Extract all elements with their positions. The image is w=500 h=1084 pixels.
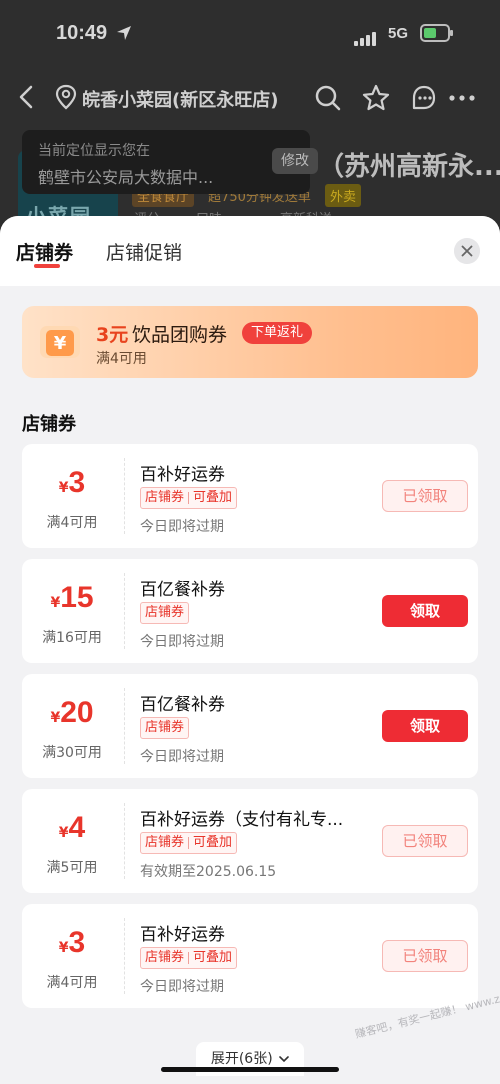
coupon-condition: 满16可用 [42,630,102,646]
claim-button[interactable]: 领取 [382,710,468,742]
status-bar: 10:49 5G [0,0,500,70]
coupon-card: ¥20 满30可用 百亿餐补券 店铺券 今日即将过期 领取 [22,674,478,778]
coupon-expiry: 今日即将过期 [140,749,224,765]
location-tooltip: 当前定位显示您在 鹤壁市公安局大数据中... 修改 [22,130,318,194]
coupon-title: 百补好运券（支付有礼专... [140,810,344,830]
promo-amount: 3元 [96,324,129,346]
chevron-down-icon [279,1056,289,1063]
coupon-tag: 店铺券 [145,950,185,965]
status-time: 10:49 [56,22,108,44]
coupon-tags: 店铺券 [140,602,190,624]
coupon-tags: 店铺券 [140,717,190,739]
coupon-value-area: ¥3 满4可用 [22,904,122,1008]
coupon-tag: 可叠加 [193,950,233,965]
claim-button[interactable]: 领取 [382,595,468,627]
location-arrow-icon [117,26,131,40]
shop-name: （苏州高新永... [318,152,500,182]
coupon-divider [124,458,125,534]
coupon-tags: 店铺券 可叠加 [140,947,238,969]
coupon-divider [124,918,125,994]
coupon-tag: 店铺券 [145,835,185,850]
section-title: 店铺券 [22,414,76,435]
svg-text:¥: ¥ [54,333,67,354]
chat-service-icon[interactable] [410,84,438,112]
network-type: 5G [388,25,409,42]
coupon-divider [124,803,125,879]
group-buy-promo-banner[interactable]: ¥ 3元 饮品团购券 下单返礼 满4可用 [22,306,478,378]
home-indicator[interactable] [161,1067,339,1072]
coupon-value-area: ¥15 满16可用 [22,559,122,663]
signal-icon [354,27,378,46]
coupon-value: ¥3 [58,926,86,959]
coupon-value-area: ¥4 满5可用 [22,789,122,893]
coupon-card: ¥3 满4可用 百补好运券 店铺券 可叠加 今日即将过期 已领取 [22,904,478,1008]
coupon-value: ¥20 [50,696,94,729]
nav-bar: 皖香小菜园(新区永旺店) [0,78,500,118]
coupon-tag: 店铺券 [145,720,185,735]
coupon-condition: 满30可用 [42,745,102,761]
search-icon[interactable] [314,84,342,112]
tab-shop-coupons[interactable]: 店铺券 [16,238,73,265]
coupon-card: ¥4 满5可用 百补好运券（支付有礼专... 店铺券 可叠加 有效期至2025.0… [22,789,478,893]
battery-icon [420,24,453,42]
coupon-title: 百亿餐补券 [140,580,225,600]
coupon-tags: 店铺券 可叠加 [140,487,238,509]
coupon-condition: 满4可用 [46,515,98,531]
tab-shop-promotions[interactable]: 店铺促销 [106,238,182,265]
claimed-button[interactable]: 已领取 [382,480,468,512]
coupon-value: ¥3 [58,466,86,499]
star-icon[interactable] [362,84,390,112]
coupon-tag: 可叠加 [193,835,233,850]
coupon-tag: 店铺券 [145,605,185,620]
store-title[interactable]: 皖香小菜园(新区永旺店) [82,86,278,112]
modify-location-button[interactable]: 修改 [272,148,318,174]
coupon-condition: 满4可用 [46,975,98,991]
active-tab-indicator [34,264,60,268]
sheet-header: 店铺券 店铺促销 [0,216,500,286]
promo-title: 饮品团购券 [132,324,228,346]
coupon-value-area: ¥3 满4可用 [22,444,122,548]
coupon-title: 百亿餐补券 [140,695,225,715]
more-icon[interactable] [448,84,476,112]
tooltip-line2: 鹤壁市公安局大数据中... [38,168,214,187]
coupon-divider [124,688,125,764]
coupon-expiry: 今日即将过期 [140,519,224,535]
coupon-tag: 店铺券 [145,490,185,505]
coupon-sheet: 店铺券 店铺促销 ¥ 3元 饮品团购券 下单返礼 满4可用 店铺券 ¥3 满4可… [0,216,500,1084]
expand-label: 展开(6张) [210,1051,273,1067]
coupon-title: 百补好运券 [140,465,225,485]
location-pin-icon [55,84,77,110]
tooltip-line1: 当前定位显示您在 [38,143,150,159]
coupon-tag: 可叠加 [193,490,233,505]
coupon-card: ¥3 满4可用 百补好运券 店铺券 可叠加 今日即将过期 已领取 [22,444,478,548]
coupon-condition: 满5可用 [46,860,98,876]
coupon-value: ¥15 [50,581,94,614]
coupon-card: ¥15 满16可用 百亿餐补券 店铺券 今日即将过期 领取 [22,559,478,663]
coupon-expiry: 有效期至2025.06.15 [140,864,277,880]
claimed-button[interactable]: 已领取 [382,825,468,857]
promo-condition: 满4可用 [96,351,147,367]
coupon-value: ¥4 [58,811,86,844]
coupon-tags: 店铺券 可叠加 [140,832,238,854]
coupon-title: 百补好运券 [140,925,225,945]
coupon-divider [124,573,125,649]
coupon-expiry: 今日即将过期 [140,979,224,995]
coupon-yen-icon: ¥ [40,326,80,358]
claimed-button[interactable]: 已领取 [382,940,468,972]
coupon-value-area: ¥20 满30可用 [22,674,122,778]
back-arrow-icon[interactable] [14,84,40,110]
shop-tag: 外卖 [325,184,362,207]
close-icon[interactable] [454,238,480,264]
promo-badge: 下单返礼 [242,322,313,344]
coupon-expiry: 今日即将过期 [140,634,224,650]
